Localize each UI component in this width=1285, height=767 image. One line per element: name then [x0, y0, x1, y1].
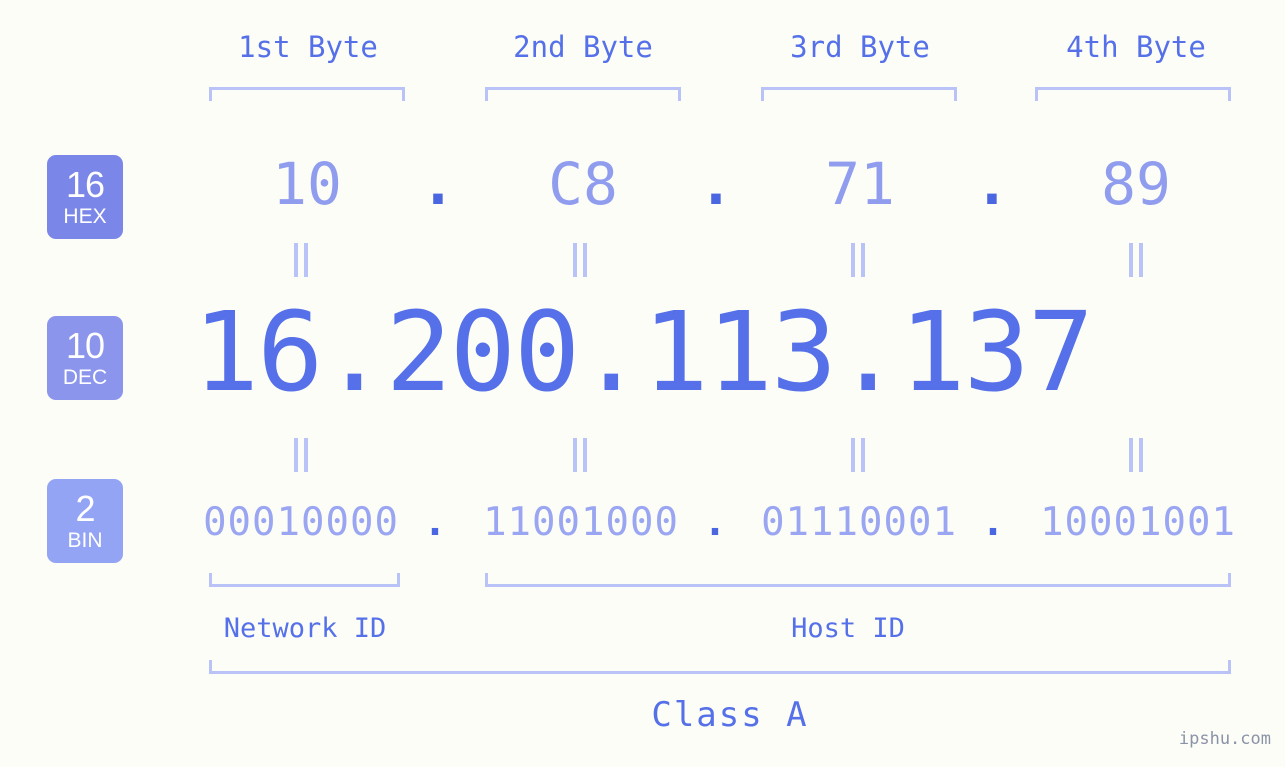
hex-separator-2: .	[698, 150, 734, 218]
decimal-address: 16.200.113.137	[192, 288, 1094, 416]
binary-octet-1: 00010000	[203, 500, 399, 545]
binary-octet-3: 01110001	[761, 500, 957, 545]
base-badge-hex: 16 HEX	[47, 155, 123, 239]
byte-header-1: 1st Byte	[238, 30, 378, 64]
equals-connector-dec-bin-3	[848, 438, 868, 472]
equals-connector-dec-bin-1	[291, 438, 311, 472]
byte-header-3: 3rd Byte	[790, 30, 930, 64]
equals-connector-dec-bin-4	[1126, 438, 1146, 472]
binary-separator-1: .	[423, 500, 447, 545]
equals-connector-hex-dec-4	[1126, 243, 1146, 277]
hex-separator-1: .	[420, 150, 456, 218]
host-id-bracket	[485, 573, 1231, 587]
byte-header-2: 2nd Byte	[513, 30, 653, 64]
base-badge-bin-number: 2	[75, 488, 95, 529]
hex-octet-4: 89	[1101, 150, 1171, 218]
ip-breakdown-diagram: 1st Byte 2nd Byte 3rd Byte 4th Byte 16 H…	[0, 0, 1285, 767]
hex-octet-2: C8	[548, 150, 618, 218]
equals-connector-hex-dec-3	[848, 243, 868, 277]
byte-bracket-3	[761, 87, 957, 101]
byte-bracket-4	[1035, 87, 1231, 101]
binary-separator-3: .	[981, 500, 1005, 545]
base-badge-bin-name: BIN	[67, 529, 103, 552]
network-id-bracket	[209, 573, 400, 587]
site-watermark: ipshu.com	[1178, 729, 1271, 749]
host-id-label: Host ID	[791, 613, 905, 644]
equals-connector-dec-bin-2	[570, 438, 590, 472]
byte-header-4: 4th Byte	[1066, 30, 1206, 64]
base-badge-bin: 2 BIN	[47, 479, 123, 563]
hex-octet-3: 71	[825, 150, 895, 218]
network-id-label: Network ID	[223, 613, 387, 644]
equals-connector-hex-dec-2	[570, 243, 590, 277]
byte-bracket-2	[485, 87, 681, 101]
hex-octet-1: 10	[272, 150, 342, 218]
base-badge-hex-name: HEX	[63, 205, 107, 228]
equals-connector-hex-dec-1	[291, 243, 311, 277]
base-badge-hex-number: 16	[65, 164, 105, 205]
class-label: Class A	[651, 695, 809, 735]
class-bracket	[209, 660, 1231, 674]
binary-octet-2: 11001000	[483, 500, 679, 545]
hex-separator-3: .	[974, 150, 1010, 218]
binary-octet-4: 10001001	[1040, 500, 1236, 545]
byte-bracket-1	[209, 87, 405, 101]
